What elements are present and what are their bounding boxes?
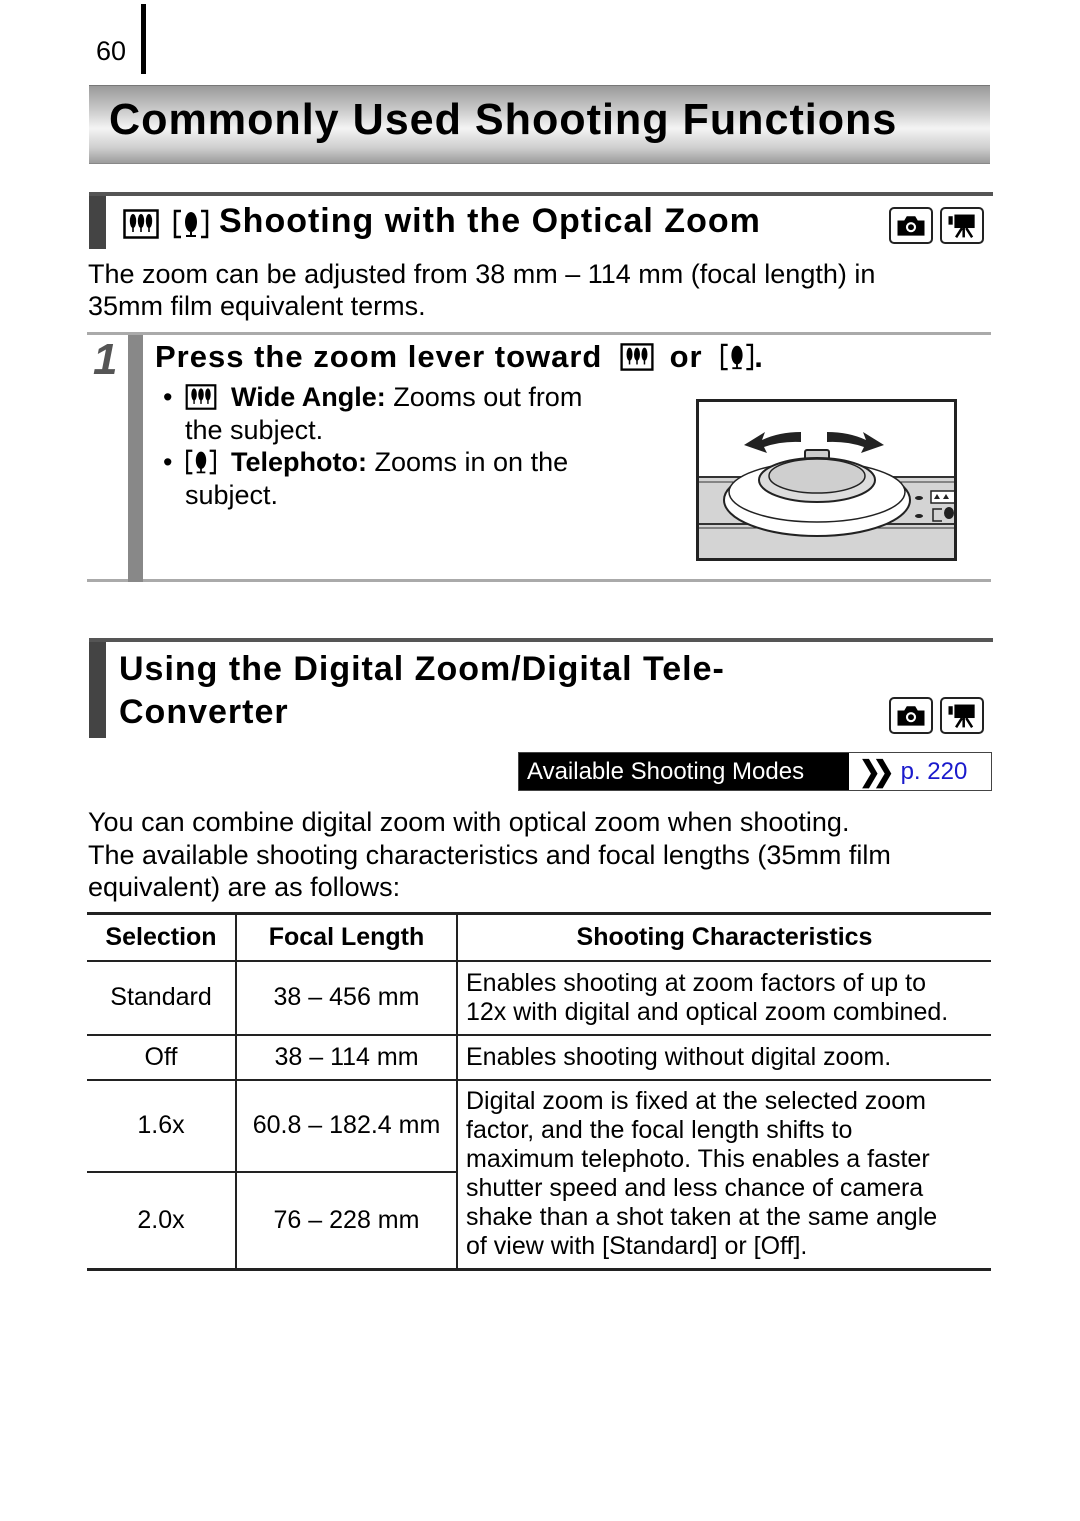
characteristics-line: Enables shooting without digital zoom.: [466, 1042, 892, 1071]
characteristics-cell: Enables shooting without digital zoom.: [456, 1034, 991, 1081]
wide-angle-icon: [123, 209, 159, 239]
section-accent-bar: [89, 642, 106, 738]
still-mode-badge: [889, 207, 933, 244]
step-accent-bar: [128, 335, 143, 582]
movie-mode-badge: [940, 207, 984, 244]
section-accent-bar: [89, 196, 106, 249]
column-header-focal-length: Focal Length: [235, 912, 457, 962]
step-number: 1: [93, 335, 118, 384]
characteristics-line: Enables shooting at zoom factors of up t…: [466, 968, 926, 997]
page-number-rule: [141, 4, 146, 74]
wide-angle-text: Zooms out from: [393, 382, 583, 412]
characteristics-line: 12x with digital and optical zoom combin…: [466, 997, 949, 1026]
telephoto-icon: [185, 449, 217, 475]
selection-cell: 1.6x: [87, 1079, 236, 1173]
right-arrow-icon: [827, 432, 884, 453]
page-reference[interactable]: p. 220: [901, 753, 968, 790]
digital-zoom-intro-line-3: equivalent) are as follows:: [88, 872, 401, 902]
focal-length-cell: 38 – 456 mm: [235, 960, 457, 1036]
shared-characteristics-cell: Digital zoom is fixed at the selected zo…: [456, 1079, 991, 1271]
digital-zoom-title-line-2: Converter: [119, 693, 289, 731]
shooting-modes-page-link[interactable]: ❯❯ p. 220: [849, 753, 967, 790]
page-number: 60: [96, 36, 127, 66]
selection-cell: 2.0x: [87, 1171, 236, 1271]
focal-length-cell: 38 – 114 mm: [235, 1034, 457, 1081]
focal-length-cell: 76 – 228 mm: [235, 1171, 457, 1271]
focal-length-cell: 60.8 – 182.4 mm: [235, 1079, 457, 1173]
chapter-title: Commonly Used Shooting Functions: [109, 95, 898, 144]
available-shooting-modes-label: Available Shooting Modes: [519, 753, 849, 790]
chapter-title-bar: Commonly Used Shooting Functions: [89, 85, 990, 164]
digital-zoom-section-header: Using the Digital Zoom/Digital Tele- Con…: [89, 638, 993, 738]
still-camera-icon: [894, 212, 928, 239]
selection-cell: Off: [87, 1034, 236, 1081]
step-title-suffix: .: [754, 339, 764, 374]
wide-angle-bullet: Wide Angle: Zooms out from: [185, 381, 582, 414]
characteristics-line: maximum telephoto. This enables a faster: [466, 1145, 930, 1174]
telephoto-text: Zooms in on the: [374, 447, 569, 477]
bullet-dot: •: [163, 447, 173, 477]
telephoto-bullet: Telephoto: Zooms in on the: [185, 446, 568, 479]
wide-angle-icon: [185, 384, 217, 410]
available-shooting-modes-box: Available Shooting Modes ❯❯ p. 220: [518, 752, 992, 791]
step-title-or: or: [669, 339, 703, 374]
step-title: Press the zoom lever toward or .: [155, 339, 764, 375]
table-row: Standard 38 – 456 mm Enables shooting at…: [87, 960, 991, 1036]
digital-zoom-intro-line-2: The available shooting characteristics a…: [88, 840, 891, 870]
optical-zoom-title: Shooting with the Optical Zoom: [219, 202, 761, 240]
telephoto-label: Telephoto:: [231, 447, 367, 477]
characteristics-line: factor, and the focal length shifts to: [466, 1116, 853, 1145]
telephoto-icon: [173, 209, 209, 239]
table-header-row: Selection Focal Length Shooting Characte…: [87, 912, 991, 962]
digital-zoom-title-line-1: Using the Digital Zoom/Digital Tele-: [119, 650, 725, 688]
table-row: Off 38 – 114 mm Enables shooting without…: [87, 1034, 991, 1081]
optical-zoom-section-header: Shooting with the Optical Zoom: [89, 192, 993, 249]
wide-angle-icon: [620, 343, 654, 371]
wide-angle-text-cont: the subject.: [185, 415, 324, 445]
double-chevron-right-icon: ❯❯: [859, 754, 894, 788]
optical-zoom-intro-line-2: 35mm film equivalent terms.: [88, 291, 426, 321]
characteristics-line: Digital zoom is fixed at the selected zo…: [466, 1087, 926, 1116]
zoom-lever-illustration: [696, 399, 957, 561]
digital-zoom-intro-line-1: You can combine digital zoom with optica…: [88, 807, 850, 837]
column-header-shooting-characteristics: Shooting Characteristics: [456, 912, 991, 962]
digital-zoom-table: Selection Focal Length Shooting Characte…: [87, 912, 991, 1271]
column-header-selection: Selection: [87, 912, 236, 962]
left-arrow-icon: [744, 432, 801, 453]
optical-zoom-intro-line-1: The zoom can be adjusted from 38 mm – 11…: [88, 259, 876, 289]
characteristics-line: of view with [Standard] or [Off].: [466, 1232, 808, 1261]
characteristics-line: shake than a shot taken at the same angl…: [466, 1203, 938, 1232]
movie-camera-icon: [945, 702, 979, 729]
bullet-dot: •: [163, 382, 173, 412]
characteristics-cell: Enables shooting at zoom factors of up t…: [456, 960, 991, 1036]
table-row: 1.6x 60.8 – 182.4 mm Digital zoom is fix…: [87, 1079, 991, 1271]
still-mode-badge: [889, 697, 933, 734]
characteristics-line: shutter speed and less chance of camera: [466, 1174, 924, 1203]
step-title-prefix: Press the zoom lever toward: [155, 339, 603, 374]
wide-angle-label: Wide Angle:: [231, 382, 386, 412]
telephoto-text-cont: subject.: [185, 480, 279, 510]
telephoto-icon: [720, 343, 754, 371]
selection-cell: Standard: [87, 960, 236, 1036]
movie-mode-badge: [940, 697, 984, 734]
still-camera-icon: [894, 702, 928, 729]
movie-camera-icon: [945, 212, 979, 239]
